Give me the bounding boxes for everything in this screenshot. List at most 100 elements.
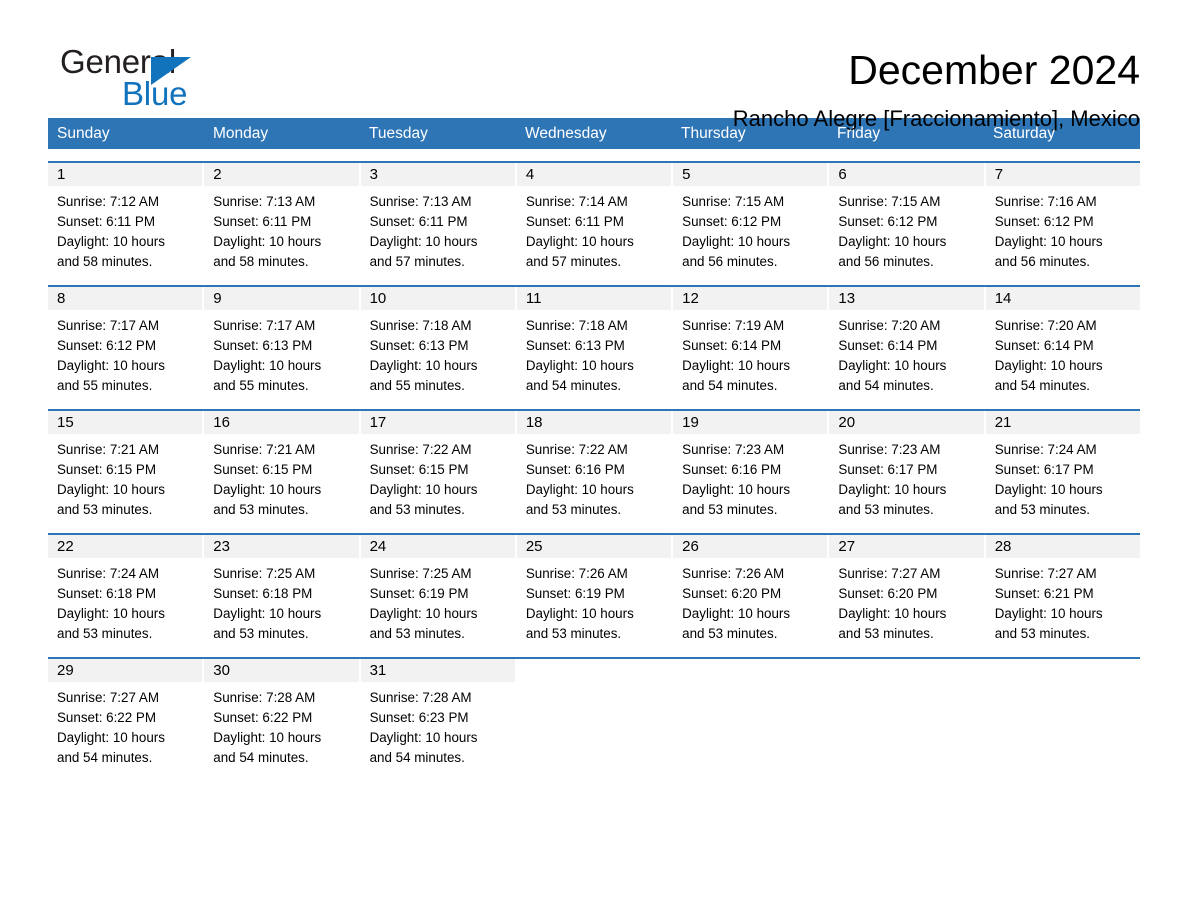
sunset-text: Sunset: 6:15 PM [57,462,156,477]
day-number: 20 [838,414,856,431]
day-cell[interactable]: 2 Sunrise: 7:13 AM Sunset: 6:11 PM Dayli… [204,163,359,273]
day-cell[interactable]: 25 Sunrise: 7:26 AM Sunset: 6:19 PM Dayl… [516,535,672,645]
day-number: 12 [682,290,699,307]
sunset-text: Sunset: 6:11 PM [213,214,312,229]
day-number: 7 [994,166,1004,183]
day-cell-empty [673,659,828,769]
daylight-text-line1: Daylight: 10 hours [838,606,947,621]
day-cell[interactable]: 16 Sunrise: 7:21 AM Sunset: 6:15 PM Dayl… [204,411,359,521]
day-details: Sunrise: 7:28 AM Sunset: 6:22 PM Dayligh… [204,682,358,768]
daylight-text-line2: and 54 minutes. [213,750,309,765]
daylight-text-line2: and 55 minutes. [369,378,465,393]
day-details: Sunrise: 7:18 AM Sunset: 6:13 PM Dayligh… [517,310,671,396]
day-details: Sunrise: 7:21 AM Sunset: 6:15 PM Dayligh… [204,434,358,520]
day-details: Sunrise: 7:15 AM Sunset: 6:12 PM Dayligh… [829,186,983,272]
daylight-text-line1: Daylight: 10 hours [213,482,322,497]
day-number: 8 [57,290,66,307]
day-details: Sunrise: 7:23 AM Sunset: 6:17 PM Dayligh… [829,434,983,520]
day-number-strip: 20 [829,411,984,434]
sunset-text: Sunset: 6:14 PM [838,338,938,353]
daylight-text-line1: Daylight: 10 hours [213,234,322,249]
sunset-text: Sunset: 6:21 PM [994,586,1094,601]
day-cell[interactable]: 6 Sunrise: 7:15 AM Sunset: 6:12 PM Dayli… [829,163,984,273]
day-number-strip: 25 [516,535,672,558]
day-details: Sunrise: 7:17 AM Sunset: 6:13 PM Dayligh… [204,310,358,396]
day-cell[interactable]: 21 Sunrise: 7:24 AM Sunset: 6:17 PM Dayl… [985,411,1140,521]
day-cell[interactable]: 31 Sunrise: 7:28 AM Sunset: 6:23 PM Dayl… [360,659,515,769]
day-cell[interactable]: 12 Sunrise: 7:19 AM Sunset: 6:14 PM Dayl… [673,287,828,397]
sunset-text: Sunset: 6:19 PM [369,586,469,601]
daylight-text-line1: Daylight: 10 hours [525,606,634,621]
day-cell[interactable]: 27 Sunrise: 7:27 AM Sunset: 6:20 PM Dayl… [829,535,984,645]
day-number-strip: 11 [516,287,672,310]
daylight-text-line2: and 53 minutes. [57,626,153,641]
day-cell[interactable]: 17 Sunrise: 7:22 AM Sunset: 6:15 PM Dayl… [360,411,515,521]
daylight-text-line2: and 56 minutes. [682,254,778,269]
daylight-text-line1: Daylight: 10 hours [994,606,1103,621]
sunset-text: Sunset: 6:17 PM [994,462,1094,477]
day-number-strip [985,659,1140,682]
day-cell[interactable]: 7 Sunrise: 7:16 AM Sunset: 6:12 PM Dayli… [985,163,1140,273]
day-number-strip [673,659,828,682]
sunset-text: Sunset: 6:23 PM [369,710,469,725]
day-cell[interactable]: 23 Sunrise: 7:25 AM Sunset: 6:18 PM Dayl… [204,535,359,645]
daylight-text-line1: Daylight: 10 hours [369,606,478,621]
day-details: Sunrise: 7:25 AM Sunset: 6:18 PM Dayligh… [204,558,358,644]
day-cell[interactable]: 1 Sunrise: 7:12 AM Sunset: 6:11 PM Dayli… [48,163,203,273]
calendar-grid: Sunday Monday Tuesday Wednesday Thursday… [48,118,1140,769]
day-cell[interactable]: 28 Sunrise: 7:27 AM Sunset: 6:21 PM Dayl… [985,535,1140,645]
sunrise-text: Sunrise: 7:16 AM [994,194,1097,209]
day-number-strip: 14 [985,287,1140,310]
day-cell[interactable]: 9 Sunrise: 7:17 AM Sunset: 6:13 PM Dayli… [204,287,359,397]
day-details: Sunrise: 7:21 AM Sunset: 6:15 PM Dayligh… [48,434,202,520]
day-number-strip: 5 [673,163,828,186]
day-cell[interactable]: 5 Sunrise: 7:15 AM Sunset: 6:12 PM Dayli… [673,163,828,273]
sunset-text: Sunset: 6:13 PM [369,338,469,353]
weekday-tuesday: Tuesday [369,125,428,142]
sunrise-text: Sunrise: 7:27 AM [994,566,1097,581]
day-number: 3 [369,166,378,183]
sunrise-text: Sunrise: 7:27 AM [838,566,941,581]
daylight-text-line2: and 57 minutes. [369,254,465,269]
weekday-header-row: Sunday Monday Tuesday Wednesday Thursday… [48,118,1140,149]
weekday-thursday: Thursday [681,125,746,142]
day-cell[interactable]: 10 Sunrise: 7:18 AM Sunset: 6:13 PM Dayl… [360,287,515,397]
day-cell[interactable]: 3 Sunrise: 7:13 AM Sunset: 6:11 PM Dayli… [360,163,515,273]
day-number: 1 [57,166,66,183]
day-cell[interactable]: 8 Sunrise: 7:17 AM Sunset: 6:12 PM Dayli… [48,287,203,397]
day-cell[interactable]: 30 Sunrise: 7:28 AM Sunset: 6:22 PM Dayl… [204,659,359,769]
day-number-strip: 27 [829,535,984,558]
sunrise-text: Sunrise: 7:26 AM [525,566,628,581]
sunrise-text: Sunrise: 7:27 AM [57,690,159,705]
daylight-text-line1: Daylight: 10 hours [525,358,634,373]
sunset-text: Sunset: 6:15 PM [213,462,313,477]
day-details: Sunrise: 7:18 AM Sunset: 6:13 PM Dayligh… [361,310,515,396]
sunrise-text: Sunrise: 7:26 AM [682,566,785,581]
sunrise-text: Sunrise: 7:28 AM [369,690,472,705]
sunrise-text: Sunrise: 7:13 AM [213,194,316,209]
day-cell[interactable]: 18 Sunrise: 7:22 AM Sunset: 6:16 PM Dayl… [516,411,672,521]
sunset-text: Sunset: 6:20 PM [682,586,782,601]
sunset-text: Sunset: 6:14 PM [994,338,1094,353]
daylight-text-line1: Daylight: 10 hours [369,482,478,497]
day-number-strip: 21 [985,411,1140,434]
daylight-text-line1: Daylight: 10 hours [369,730,478,745]
page-header: General Blue December 2024 Rancho Alegre… [48,0,1140,132]
day-cell[interactable]: 11 Sunrise: 7:18 AM Sunset: 6:13 PM Dayl… [516,287,672,397]
daylight-text-line2: and 55 minutes. [57,378,153,393]
day-cell[interactable]: 26 Sunrise: 7:26 AM Sunset: 6:20 PM Dayl… [673,535,828,645]
day-cell[interactable]: 4 Sunrise: 7:14 AM Sunset: 6:11 PM Dayli… [516,163,672,273]
sunset-text: Sunset: 6:20 PM [838,586,938,601]
day-cell[interactable]: 29 Sunrise: 7:27 AM Sunset: 6:22 PM Dayl… [48,659,203,769]
daylight-text-line1: Daylight: 10 hours [525,234,634,249]
day-cell[interactable]: 13 Sunrise: 7:20 AM Sunset: 6:14 PM Dayl… [829,287,984,397]
day-cell[interactable]: 20 Sunrise: 7:23 AM Sunset: 6:17 PM Dayl… [829,411,984,521]
sunset-text: Sunset: 6:11 PM [369,214,468,229]
day-cell[interactable]: 14 Sunrise: 7:20 AM Sunset: 6:14 PM Dayl… [985,287,1140,397]
day-cell[interactable]: 22 Sunrise: 7:24 AM Sunset: 6:18 PM Dayl… [48,535,203,645]
day-number: 28 [994,538,1012,555]
day-cell[interactable]: 24 Sunrise: 7:25 AM Sunset: 6:19 PM Dayl… [360,535,515,645]
day-cell[interactable]: 15 Sunrise: 7:21 AM Sunset: 6:15 PM Dayl… [48,411,203,521]
day-details: Sunrise: 7:22 AM Sunset: 6:15 PM Dayligh… [361,434,515,520]
day-cell[interactable]: 19 Sunrise: 7:23 AM Sunset: 6:16 PM Dayl… [673,411,828,521]
